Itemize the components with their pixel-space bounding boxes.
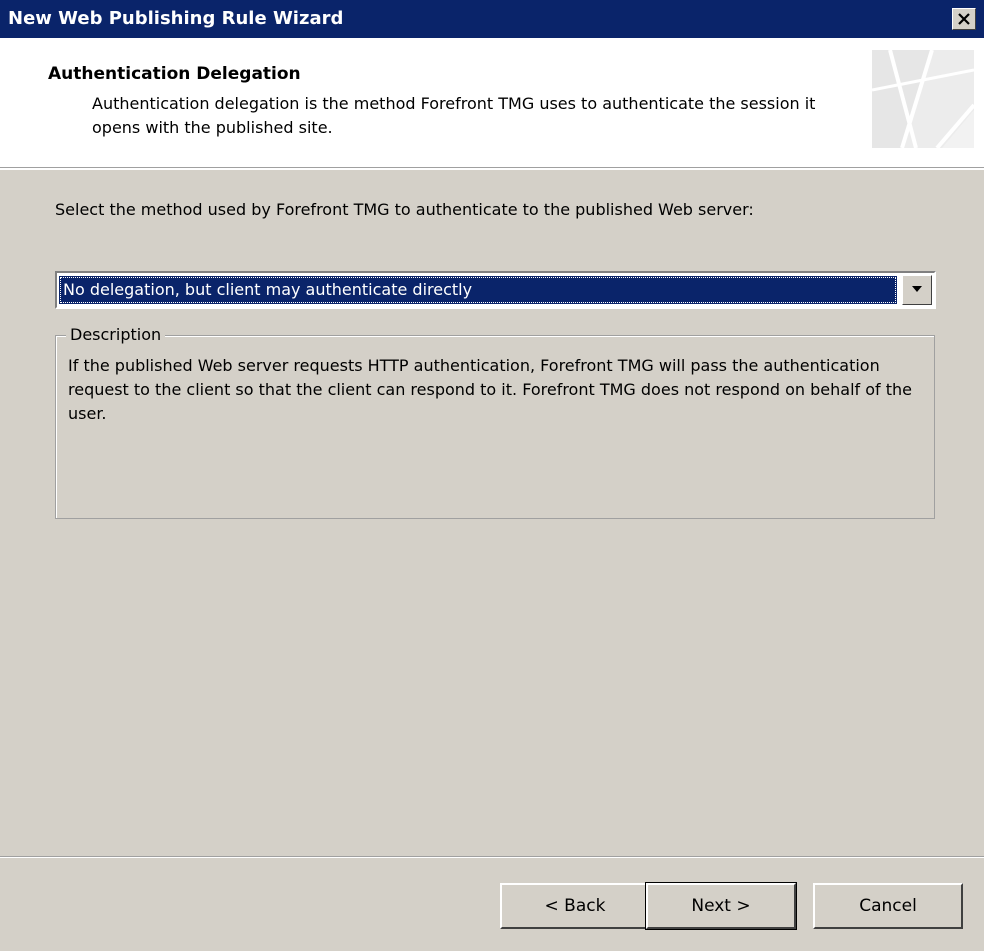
title-bar[interactable]: New Web Publishing Rule Wizard [0, 0, 984, 38]
cancel-button[interactable]: Cancel [813, 883, 963, 929]
page-description: Authentication delegation is the method … [92, 94, 816, 137]
selected-method-value[interactable]: No delegation, but client may authentica… [59, 276, 897, 304]
page-title: Authentication Delegation [48, 64, 301, 84]
wizard-window: New Web Publishing Rule Wizard Authentic… [0, 0, 984, 951]
wizard-header: Authentication Delegation Authentication… [0, 38, 984, 168]
close-icon [958, 13, 970, 25]
back-button[interactable]: < Back [500, 883, 650, 929]
header-separator [0, 168, 984, 170]
method-prompt-label: Select the method used by Forefront TMG … [55, 200, 754, 219]
window-title: New Web Publishing Rule Wizard [8, 8, 344, 29]
wizard-banner-graphic [872, 50, 974, 148]
description-legend: Description [66, 325, 166, 344]
close-button[interactable] [952, 8, 976, 30]
footer-divider [0, 856, 984, 858]
next-button[interactable]: Next > [645, 882, 797, 930]
chevron-down-icon [912, 286, 922, 292]
dropdown-button[interactable] [902, 275, 932, 305]
delegation-method-select[interactable]: No delegation, but client may authentica… [55, 271, 936, 309]
description-text: If the published Web server requests HTT… [68, 356, 913, 423]
